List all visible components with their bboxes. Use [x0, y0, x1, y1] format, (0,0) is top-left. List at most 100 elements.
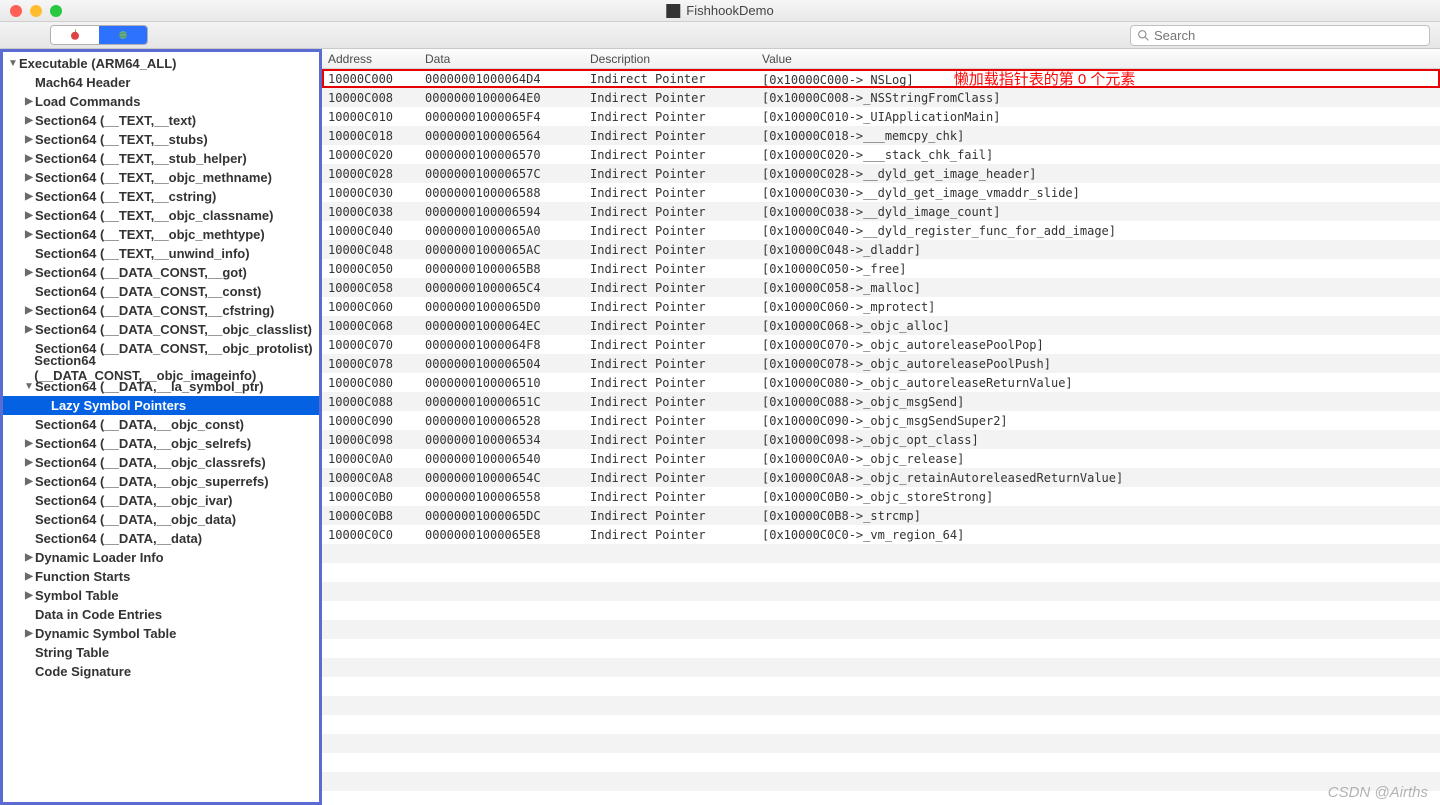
cell-description: Indirect Pointer [584, 148, 756, 162]
disclosure-icon[interactable] [23, 134, 35, 145]
tree-item[interactable]: Section64 (__DATA,__objc_data) [3, 510, 319, 529]
tree-item[interactable]: Section64 (__DATA,__objc_ivar) [3, 491, 319, 510]
th-description[interactable]: Description [584, 52, 756, 66]
disclosure-icon[interactable] [23, 590, 35, 601]
table-row[interactable]: 10000C0B00000000100006558Indirect Pointe… [322, 487, 1440, 506]
close-button[interactable] [10, 5, 22, 17]
tree-item[interactable]: Section64 (__TEXT,__objc_methname) [3, 168, 319, 187]
tree-item[interactable]: Code Signature [3, 662, 319, 681]
tree-item[interactable]: Section64 (__TEXT,__objc_classname) [3, 206, 319, 225]
disclosure-icon[interactable] [23, 172, 35, 183]
table-row[interactable]: 10000C028000000010000657CIndirect Pointe… [322, 164, 1440, 183]
table-row[interactable]: 10000C0780000000100006504Indirect Pointe… [322, 354, 1440, 373]
table-row[interactable]: 10000C07000000001000064F8Indirect Pointe… [322, 335, 1440, 354]
disclosure-icon[interactable] [23, 210, 35, 221]
table-row[interactable]: 10000C0800000000100006510Indirect Pointe… [322, 373, 1440, 392]
tree-item[interactable]: Section64 (__TEXT,__stubs) [3, 130, 319, 149]
minimize-button[interactable] [30, 5, 42, 17]
cell-description: Indirect Pointer [584, 357, 756, 371]
tree-item[interactable]: Section64 (__DATA_CONST,__cfstring) [3, 301, 319, 320]
tree-root[interactable]: Executable (ARM64_ALL) [3, 54, 319, 73]
disclosure-icon[interactable] [23, 267, 35, 278]
search-input[interactable] [1154, 28, 1423, 43]
tree-item[interactable]: Section64 (__DATA,__objc_superrefs) [3, 472, 319, 491]
sidebar-tree[interactable]: Executable (ARM64_ALL) Mach64 HeaderLoad… [0, 49, 322, 805]
th-address[interactable]: Address [322, 52, 419, 66]
table-row[interactable]: 10000C0300000000100006588Indirect Pointe… [322, 183, 1440, 202]
tree-item[interactable]: Section64 (__DATA,__objc_const) [3, 415, 319, 434]
table-row[interactable]: 10000C0980000000100006534Indirect Pointe… [322, 430, 1440, 449]
tree-item[interactable]: String Table [3, 643, 319, 662]
tree-item[interactable]: Data in Code Entries [3, 605, 319, 624]
tree-item[interactable]: Load Commands [3, 92, 319, 111]
table-row[interactable]: 10000C01000000001000065F4Indirect Pointe… [322, 107, 1440, 126]
table-row-empty [322, 791, 1440, 805]
table-row[interactable]: 10000C0C000000001000065E8Indirect Pointe… [322, 525, 1440, 544]
cell-value: [0x10000C0C0->_vm_region_64] [756, 528, 1440, 542]
table-row[interactable]: 10000C04000000001000065A0Indirect Pointe… [322, 221, 1440, 240]
search-field[interactable] [1130, 25, 1430, 46]
table-row[interactable]: 10000C0380000000100006594Indirect Pointe… [322, 202, 1440, 221]
tree-item[interactable]: Section64 (__DATA_CONST,__objc_classlist… [3, 320, 319, 339]
maximize-button[interactable] [50, 5, 62, 17]
table-row[interactable]: 10000C088000000010000651CIndirect Pointe… [322, 392, 1440, 411]
table-row[interactable]: 10000C0180000000100006564Indirect Pointe… [322, 126, 1440, 145]
tree-item[interactable]: Dynamic Loader Info [3, 548, 319, 567]
cell-data: 00000001000065C4 [419, 281, 584, 295]
disclosure-icon[interactable] [23, 96, 35, 107]
disclosure-icon[interactable] [23, 571, 35, 582]
disclosure-icon[interactable] [23, 191, 35, 202]
disclosure-icon[interactable] [23, 153, 35, 164]
cell-address: 10000C000 [322, 72, 419, 86]
table-row[interactable]: 10000C00000000001000064D4Indirect Pointe… [322, 69, 1440, 88]
tree-item-label: Data in Code Entries [35, 607, 162, 622]
tree-item[interactable]: Mach64 Header [3, 73, 319, 92]
disclosure-icon[interactable] [23, 305, 35, 316]
tree-item[interactable]: Section64 (__TEXT,__cstring) [3, 187, 319, 206]
disclosure-icon[interactable] [23, 476, 35, 487]
view-mode-rva[interactable] [99, 26, 147, 44]
table-row[interactable]: 10000C0A8000000010000654CIndirect Pointe… [322, 468, 1440, 487]
tree-item[interactable]: Section64 (__TEXT,__text) [3, 111, 319, 130]
tree-item[interactable]: Lazy Symbol Pointers [3, 396, 319, 415]
disclosure-icon[interactable] [23, 324, 35, 335]
disclosure-icon[interactable] [23, 552, 35, 563]
cell-value: [0x10000C050->_free] [756, 262, 1440, 276]
tree-item[interactable]: Section64 (__TEXT,__objc_methtype) [3, 225, 319, 244]
table-row[interactable]: 10000C0200000000100006570Indirect Pointe… [322, 145, 1440, 164]
cell-value: [0x10000C008->_NSStringFromClass] [756, 91, 1440, 105]
disclosure-icon[interactable] [23, 229, 35, 240]
tree-item[interactable]: Function Starts [3, 567, 319, 586]
tree-item[interactable]: Section64 (__DATA_CONST,__const) [3, 282, 319, 301]
tree-item[interactable]: Section64 (__TEXT,__stub_helper) [3, 149, 319, 168]
tree-root-label: Executable (ARM64_ALL) [19, 56, 176, 71]
disclosure-icon[interactable] [23, 381, 35, 392]
disclosure-icon[interactable] [23, 438, 35, 449]
th-value[interactable]: Value [756, 52, 1440, 66]
tree-item[interactable]: Section64 (__DATA,__data) [3, 529, 319, 548]
table-row[interactable]: 10000C04800000001000065ACIndirect Pointe… [322, 240, 1440, 259]
tree-item[interactable]: Section64 (__DATA,__objc_classrefs) [3, 453, 319, 472]
tree-item[interactable]: Section64 (__DATA_CONST,__got) [3, 263, 319, 282]
table-row[interactable]: 10000C06000000001000065D0Indirect Pointe… [322, 297, 1440, 316]
table-row[interactable]: 10000C05000000001000065B8Indirect Pointe… [322, 259, 1440, 278]
tree-item[interactable]: Section64 (__DATA,__objc_selrefs) [3, 434, 319, 453]
disclosure-icon[interactable] [23, 628, 35, 639]
th-data[interactable]: Data [419, 52, 584, 66]
table-row[interactable]: 10000C00800000001000064E0Indirect Pointe… [322, 88, 1440, 107]
tree-item[interactable]: Symbol Table [3, 586, 319, 605]
cell-description: Indirect Pointer [584, 433, 756, 447]
tree-item[interactable]: Dynamic Symbol Table [3, 624, 319, 643]
table-row[interactable]: 10000C0B800000001000065DCIndirect Pointe… [322, 506, 1440, 525]
table-row[interactable]: 10000C0A00000000100006540Indirect Pointe… [322, 449, 1440, 468]
view-mode-segmented-control[interactable] [50, 25, 148, 45]
view-mode-raw[interactable] [51, 26, 99, 44]
tree-item[interactable]: Section64 (__TEXT,__unwind_info) [3, 244, 319, 263]
table-row[interactable]: 10000C0900000000100006528Indirect Pointe… [322, 411, 1440, 430]
table-row[interactable]: 10000C06800000001000064ECIndirect Pointe… [322, 316, 1440, 335]
table-row[interactable]: 10000C05800000001000065C4Indirect Pointe… [322, 278, 1440, 297]
disclosure-icon[interactable] [7, 58, 19, 69]
disclosure-icon[interactable] [23, 115, 35, 126]
disclosure-icon[interactable] [23, 457, 35, 468]
tree-item[interactable]: Section64 (__DATA_CONST,__objc_imageinfo… [3, 358, 319, 377]
